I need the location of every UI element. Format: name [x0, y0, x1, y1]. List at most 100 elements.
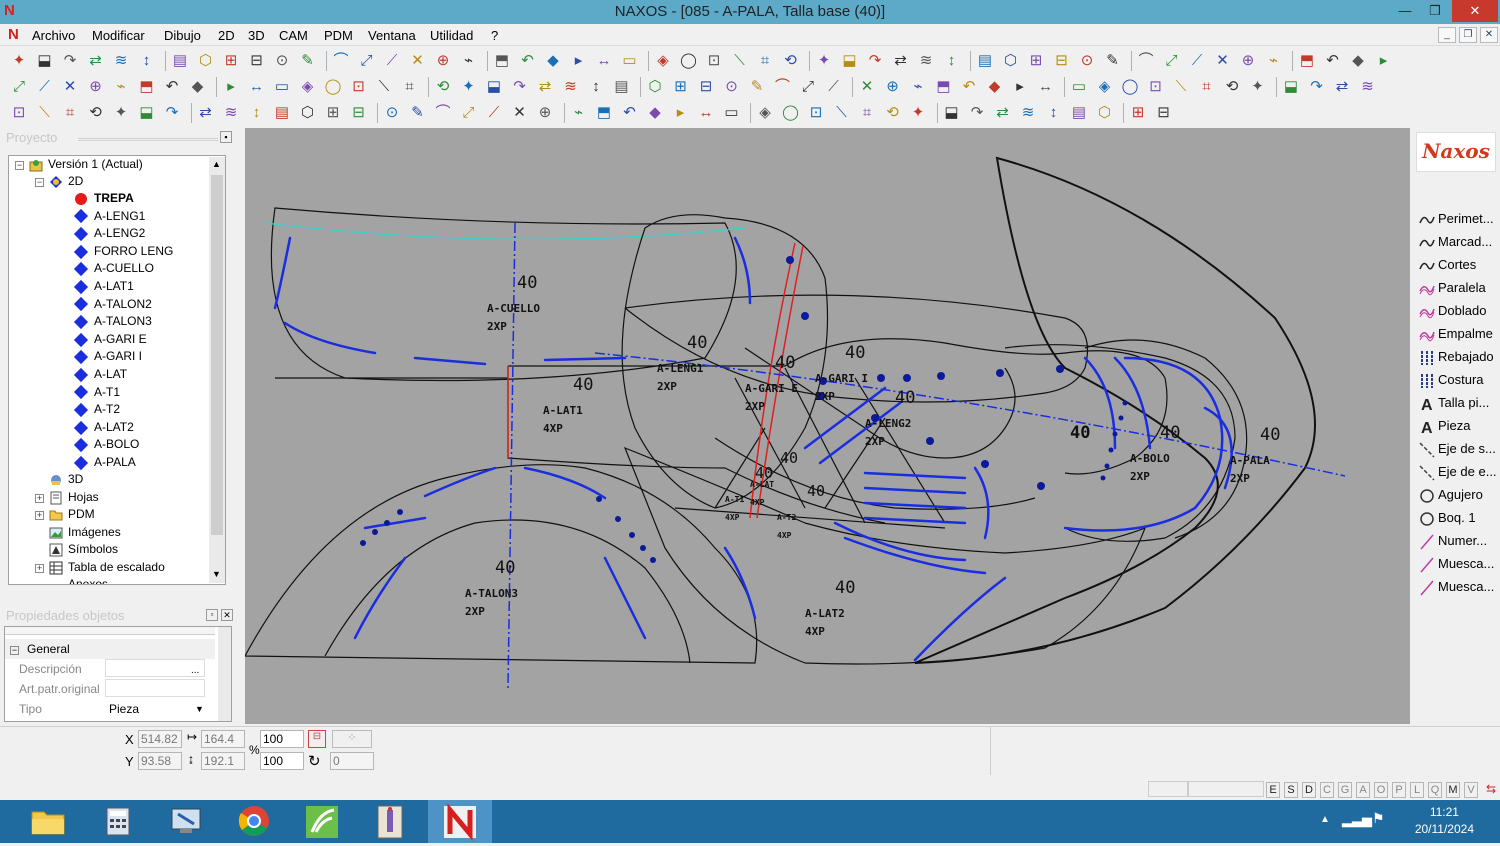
- tree-node-3d[interactable]: 3D: [49, 471, 83, 488]
- tool-5[interactable]: Empalme: [1418, 323, 1493, 345]
- align-icon[interactable]: ▸: [570, 52, 588, 70]
- status-toggle-o[interactable]: O: [1374, 782, 1388, 798]
- tool-11[interactable]: Eje de e...: [1418, 461, 1497, 483]
- properties-pin-button[interactable]: ▫: [206, 609, 218, 621]
- circle-icon[interactable]: ⊟: [248, 52, 266, 70]
- delete-icon[interactable]: ⌗: [858, 104, 876, 122]
- new-file-icon[interactable]: ⊙: [723, 78, 741, 96]
- grid-icon[interactable]: ⟲: [434, 78, 452, 96]
- trim-icon[interactable]: ↶: [621, 104, 639, 122]
- open-icon[interactable]: ◈: [756, 104, 774, 122]
- circle-icon[interactable]: ⊟: [1053, 52, 1071, 70]
- tree-piece-1[interactable]: A-LENG1: [73, 208, 145, 225]
- taskbar-clock[interactable]: 11:21 20/11/2024: [1415, 804, 1474, 838]
- tree-piece-12[interactable]: A-T2: [73, 401, 120, 418]
- layer-icon[interactable]: ⌁: [909, 78, 927, 96]
- art-patr-field[interactable]: [105, 679, 205, 697]
- tree-node-imagenes[interactable]: Imágenes: [49, 524, 121, 541]
- curve-icon[interactable]: ◯: [1121, 78, 1139, 96]
- tool-3[interactable]: Paralela: [1418, 277, 1486, 299]
- save-icon[interactable]: ⟲: [782, 52, 800, 70]
- measure-icon[interactable]: ⊟: [1155, 104, 1173, 122]
- tree-collapse-2d[interactable]: −: [35, 178, 44, 187]
- trim-icon[interactable]: ▤: [613, 78, 631, 96]
- mirror-icon[interactable]: ⇄: [197, 104, 215, 122]
- app-info-button[interactable]: [358, 800, 422, 843]
- tree-node-simbolos[interactable]: Símbolos: [49, 541, 118, 558]
- tray-expand-icon[interactable]: ▲: [1320, 814, 1330, 825]
- tree-piece-14[interactable]: A-BOLO: [73, 436, 139, 453]
- tree-piece-10[interactable]: A-LAT: [73, 366, 127, 383]
- tree-piece-7[interactable]: A-TALON3: [73, 313, 152, 330]
- grid-icon[interactable]: ⊕: [1239, 52, 1257, 70]
- delete-icon[interactable]: ⌗: [61, 104, 79, 122]
- scale-icon[interactable]: ⬓: [485, 78, 503, 96]
- redo-icon[interactable]: ⟍: [833, 104, 851, 122]
- line-icon[interactable]: ⊞: [222, 52, 240, 70]
- trim-icon[interactable]: ▭: [621, 52, 639, 70]
- align-icon[interactable]: ▸: [1375, 52, 1393, 70]
- app-green-button[interactable]: [290, 800, 354, 843]
- open-icon[interactable]: ✎: [748, 78, 766, 96]
- status-toggle-d[interactable]: D: [1302, 782, 1316, 798]
- tree-scroll-thumb[interactable]: [211, 175, 223, 535]
- line-icon[interactable]: ▸: [1011, 78, 1029, 96]
- tree-scrollbar[interactable]: ▲ ▼: [209, 157, 225, 583]
- text-icon[interactable]: ⟋: [383, 52, 401, 70]
- status-toggle-p[interactable]: P: [1392, 782, 1406, 798]
- rotate-icon[interactable]: ▤: [976, 52, 994, 70]
- rotate-icon[interactable]: ↷: [968, 104, 986, 122]
- status-toggle-m[interactable]: M: [1446, 782, 1460, 798]
- point-icon[interactable]: ⬡: [299, 104, 317, 122]
- scale-icon[interactable]: ⟋: [485, 104, 503, 122]
- flag-icon[interactable]: ⚑: [1372, 810, 1385, 827]
- circle-icon[interactable]: ↔: [1037, 78, 1055, 96]
- tree-node-hojas[interactable]: Hojas: [49, 489, 99, 506]
- menu-help[interactable]: ?: [491, 28, 498, 43]
- mirror-icon[interactable]: ⇄: [994, 104, 1012, 122]
- tool-10[interactable]: Eje de s...: [1418, 438, 1496, 460]
- zoom-icon[interactable]: ✎: [409, 104, 427, 122]
- redo-icon[interactable]: ⬓: [841, 52, 859, 70]
- zoom-icon[interactable]: ⌗: [401, 78, 419, 96]
- status-toggle-c[interactable]: C: [1320, 782, 1334, 798]
- mdi-restore-button[interactable]: ❐: [1459, 27, 1477, 43]
- mdi-close-button[interactable]: ✕: [1480, 27, 1498, 43]
- tree-expand-hojas[interactable]: +: [35, 494, 44, 503]
- network-icon[interactable]: ▂▃▅: [1342, 812, 1372, 828]
- copy-icon[interactable]: ↶: [519, 52, 537, 70]
- redo-icon[interactable]: ⬓: [36, 52, 54, 70]
- zoom-icon[interactable]: ✕: [1214, 52, 1232, 70]
- delete-icon[interactable]: ✕: [61, 78, 79, 96]
- scale-y-field[interactable]: 100: [260, 752, 304, 770]
- menu-cam[interactable]: CAM: [279, 28, 308, 43]
- tree-node-anexos[interactable]: Anexos: [49, 576, 108, 584]
- y-coord-field[interactable]: 93.58: [138, 752, 182, 770]
- mdi-minimize-button[interactable]: _: [1438, 27, 1456, 43]
- tree-piece-0[interactable]: TREPA: [73, 190, 134, 207]
- zoom-icon[interactable]: ⌗: [1198, 78, 1216, 96]
- measure-icon[interactable]: ⤢: [358, 52, 376, 70]
- drawing-canvas[interactable]: 40 A-CUELLO 2XP 40 A-LAT1 4XP 40 A-LENG1 2XP 40 A-…: [245, 128, 1410, 724]
- layer-icon[interactable]: ≋: [112, 52, 130, 70]
- circle-icon[interactable]: ↕: [1045, 104, 1063, 122]
- scroll-down-icon[interactable]: ▼: [212, 569, 221, 579]
- settings-icon[interactable]: ⟲: [87, 104, 105, 122]
- settings-icon[interactable]: ⊕: [884, 78, 902, 96]
- save-icon[interactable]: ◯: [782, 104, 800, 122]
- paste-icon[interactable]: ◆: [544, 52, 562, 70]
- undo-icon[interactable]: ⊡: [807, 104, 825, 122]
- move-icon[interactable]: ↕: [943, 52, 961, 70]
- join-icon[interactable]: ◆: [646, 104, 664, 122]
- tool-8[interactable]: A Talla pi...: [1418, 392, 1489, 414]
- close-button[interactable]: ✕: [1452, 0, 1498, 22]
- cut-icon[interactable]: ◯: [680, 52, 698, 70]
- property-scrollbar[interactable]: [218, 627, 231, 721]
- select-icon[interactable]: ✦: [460, 78, 478, 96]
- cut-icon[interactable]: ▸: [672, 104, 690, 122]
- join-icon[interactable]: ◈: [654, 52, 672, 70]
- select-icon[interactable]: ⌁: [460, 52, 478, 70]
- undo-icon[interactable]: ✦: [815, 52, 833, 70]
- tree-piece-15[interactable]: A-PALA: [73, 454, 136, 471]
- rotate-icon[interactable]: ▤: [171, 52, 189, 70]
